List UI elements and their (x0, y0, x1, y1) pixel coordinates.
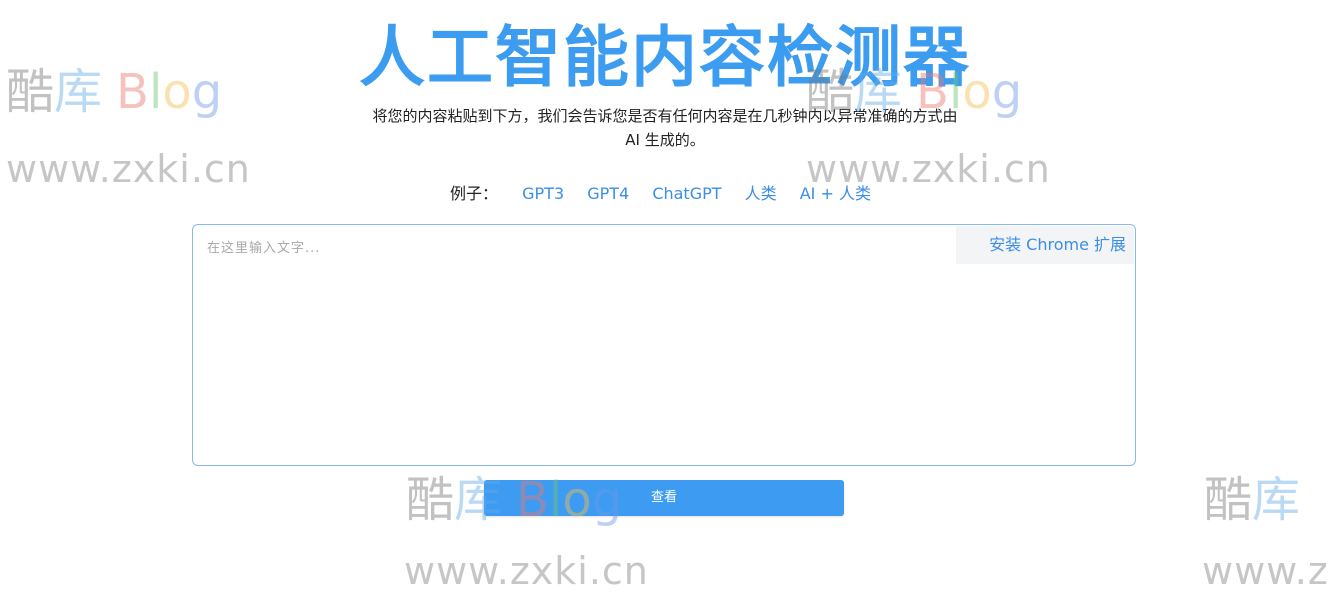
example-link-gpt3[interactable]: GPT3 (522, 184, 564, 203)
page: 酷库 Blog www.zxki.cn 酷库 Blog www.zxki.cn 酷库… (0, 0, 1330, 597)
example-link-gpt4[interactable]: GPT4 (587, 184, 629, 203)
watermark-url: www.zxki.cn (404, 549, 649, 593)
watermark-logo: 酷库 (1204, 472, 1301, 528)
example-link-chatgpt[interactable]: ChatGPT (652, 184, 721, 203)
watermark-url: www.zxki.cn (1202, 549, 1330, 593)
page-title: 人工智能内容检测器 (359, 19, 971, 96)
example-link-ai-human[interactable]: AI + 人类 (800, 184, 871, 203)
example-link-human[interactable]: 人类 (745, 184, 777, 203)
check-button[interactable]: 查看 (484, 480, 844, 516)
examples-bar: 例子： GPT3 GPT4 ChatGPT 人类 AI + 人类 (0, 182, 1330, 206)
install-chrome-extension-button[interactable]: 安装 Chrome 扩展 (956, 226, 1134, 264)
text-editor: 安装 Chrome 扩展 (192, 224, 1136, 466)
examples-label: 例子： (450, 184, 499, 203)
page-subtitle: 将您的内容粘贴到下方，我们会告诉您是否有任何内容是在几秒钟内以异常准确的方式由 … (372, 107, 958, 149)
